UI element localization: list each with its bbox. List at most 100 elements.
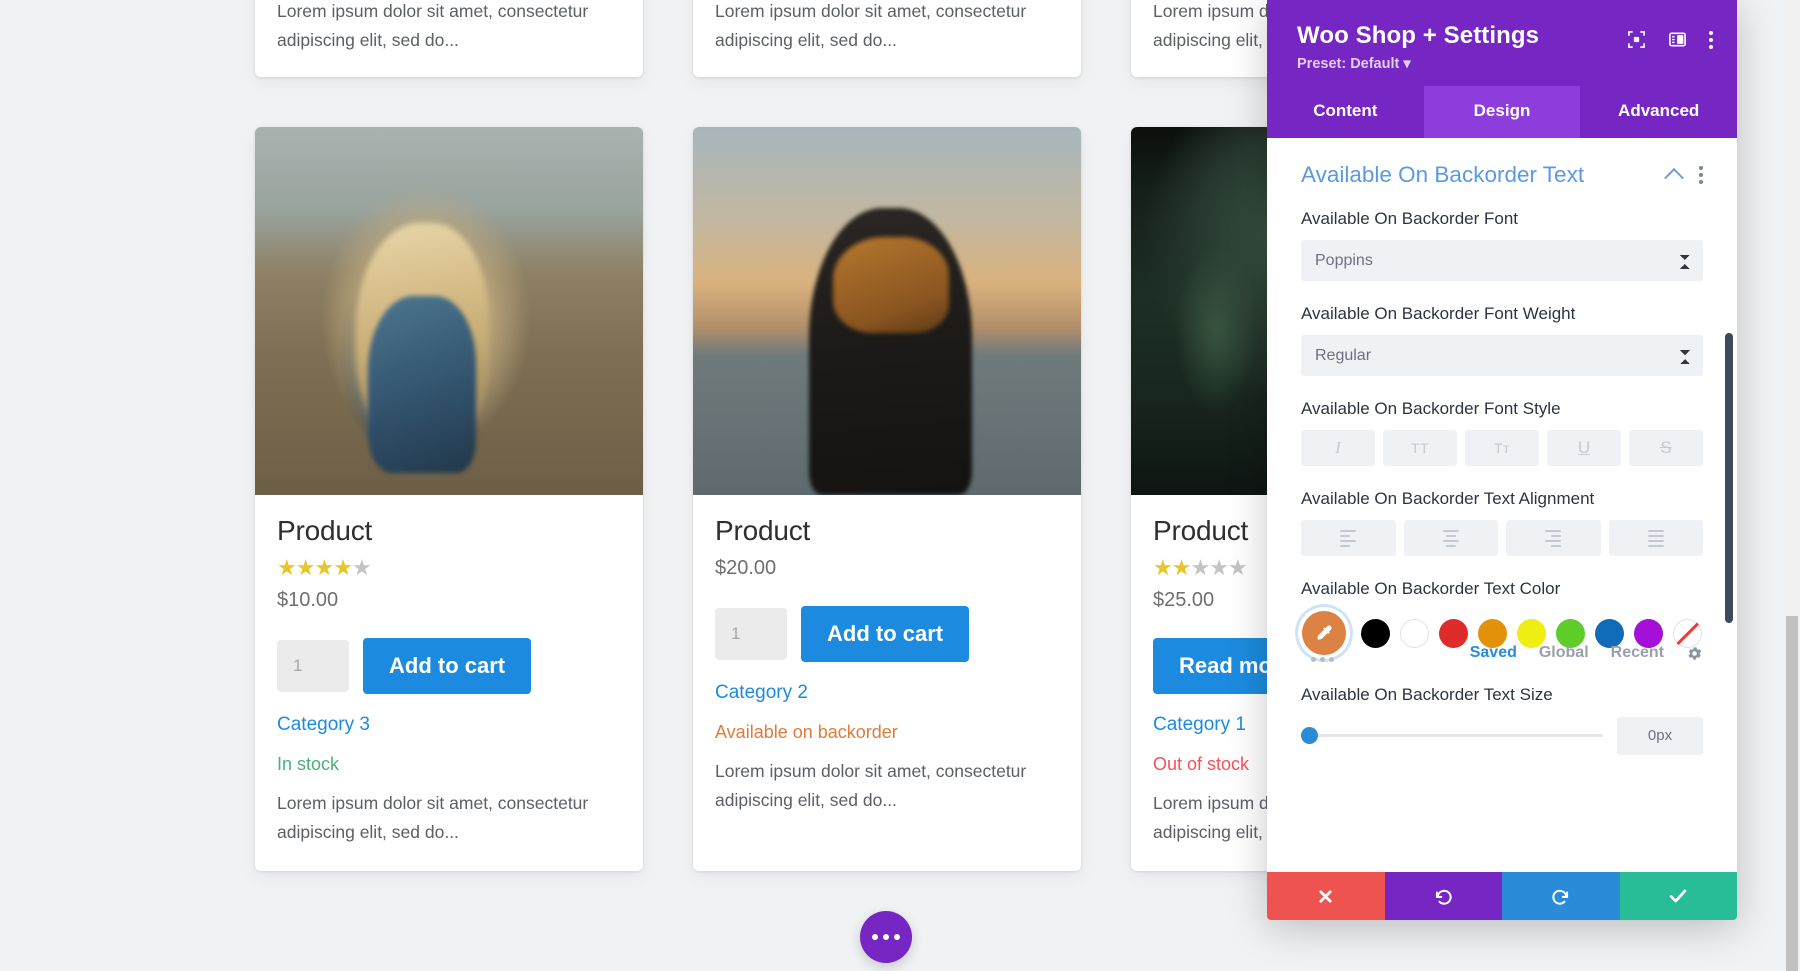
star-icon: ★ [351,555,372,580]
capitalize-button[interactable]: Tᴛ [1465,430,1539,467]
swatch-white[interactable] [1400,618,1429,648]
strikethrough-button[interactable]: S [1629,430,1703,467]
swatch-transparent[interactable] [1673,618,1702,648]
field-backorder-text-alignment: Available On Backorder Text Alignment [1301,488,1703,557]
chevron-up-icon[interactable] [1664,167,1684,188]
product-card[interactable]: Product ★★★★★ $10.00 Add to cart Categor… [255,127,643,872]
star-icon: ★ [1153,555,1173,580]
align-left-button[interactable] [1301,520,1396,557]
ellipsis-horizontal-icon [894,934,900,940]
selected-color-fill [1302,611,1346,656]
palette-tab-global[interactable]: Global [1539,644,1589,662]
palette-tab-recent[interactable]: Recent [1611,644,1664,662]
align-center-icon [1442,529,1459,547]
close-icon [1319,889,1332,903]
kebab-menu-icon[interactable] [1699,166,1703,184]
check-icon [1670,889,1687,903]
font-family-select[interactable]: Poppins [1301,240,1703,282]
product-card[interactable]: Lorem ipsum dolor sit amet, consectetur … [693,0,1081,77]
redo-button[interactable] [1502,872,1620,920]
panel-layout-icon[interactable] [1668,30,1687,49]
module-settings-modal: Woo Shop + Settings Preset: Default ▾ Co… [1267,0,1737,920]
align-left-icon [1340,529,1357,547]
tab-content[interactable]: Content [1267,86,1424,138]
preset-selector[interactable]: Preset: Default ▾ [1297,56,1707,72]
align-justify-icon [1647,529,1664,547]
text-size-control [1301,716,1703,755]
modal-header-actions [1627,30,1713,49]
text-size-input[interactable] [1617,716,1703,755]
product-category-link[interactable]: Category 2 [715,682,1059,704]
italic-button[interactable]: I [1301,430,1375,467]
product-excerpt: Lorem ipsum dolor sit amet, consectetur … [277,0,589,50]
field-backorder-font: Available On Backorder Font Poppins [1301,208,1703,282]
product-category-link[interactable]: Category 3 [277,714,621,736]
quantity-input[interactable] [277,640,349,692]
add-to-cart-button[interactable]: Add to cart [801,606,970,662]
star-icon: ★ [277,555,297,580]
save-button[interactable] [1619,872,1737,920]
product-rating: ★★★★★ [277,557,621,579]
text-size-slider[interactable] [1301,727,1603,745]
product-excerpt: Lorem ipsum dolor sit amet, consectetur … [277,793,589,843]
more-colors-button[interactable] [1311,656,1334,662]
eyedropper-icon [1317,625,1332,641]
field-backorder-text-size: Available On Backorder Text Size [1301,684,1703,755]
swatch-black[interactable] [1361,618,1390,648]
undo-icon [1435,889,1452,905]
page-scrollbar-thumb[interactable] [1786,616,1798,971]
field-label: Available On Backorder Text Alignment [1301,489,1595,509]
star-icon: ★ [1190,555,1210,580]
font-weight-select[interactable]: Regular [1301,335,1703,377]
align-right-icon [1545,529,1562,547]
align-justify-button[interactable] [1608,520,1703,557]
section-actions [1664,166,1703,188]
modal-scrollbar-thumb[interactable] [1725,333,1733,623]
star-icon: ★ [1209,555,1229,580]
product-title: Product [715,515,811,546]
swatch-red[interactable] [1439,618,1468,648]
add-to-cart-button[interactable]: Add to cart [363,638,532,694]
modal-header: Woo Shop + Settings Preset: Default ▾ [1267,0,1737,86]
field-backorder-text-color: Available On Backorder Text Color Saved … [1301,578,1703,662]
product-image[interactable] [693,127,1081,495]
palette-tabs: Saved Global Recent [1470,644,1703,662]
section-header[interactable]: Available On Backorder Text [1301,162,1703,188]
tab-advanced[interactable]: Advanced [1580,86,1737,138]
modal-tabs: Content Design Advanced [1267,86,1737,138]
align-right-button[interactable] [1506,520,1601,557]
field-backorder-font-weight: Available On Backorder Font Weight Regul… [1301,303,1703,377]
underline-button[interactable]: U [1547,430,1621,467]
quantity-input[interactable] [715,608,787,660]
product-price: $10.00 [277,589,339,611]
product-excerpt: Lorem ipsum dolor sit amet, consectetur … [715,761,1027,811]
product-card[interactable]: Product $20.00 Add to cart Category 2 Av… [693,127,1081,872]
align-center-button[interactable] [1403,520,1498,557]
modal-scroll-area: Available On Backorder Text Available On… [1267,138,1737,872]
undo-button[interactable] [1384,872,1502,920]
star-icon: ★ [1171,555,1192,580]
font-style-button-group: I TT Tᴛ U S [1301,430,1703,467]
cancel-button[interactable] [1267,872,1385,920]
field-label: Available On Backorder Font [1301,209,1519,228]
product-title: Product [277,515,373,546]
star-icon: ★ [333,555,353,580]
field-backorder-font-style: Available On Backorder Font Style I TT T… [1301,398,1703,467]
tab-design[interactable]: Design [1423,86,1581,138]
kebab-menu-icon[interactable] [1709,30,1713,49]
modal-scrollbar[interactable] [1725,138,1733,872]
screen: Lorem ipsum dolor sit amet, consectetur … [0,0,1800,971]
product-card[interactable]: Lorem ipsum dolor sit amet, consectetur … [255,0,643,77]
product-image[interactable] [255,127,643,495]
stock-status: In stock [277,754,340,774]
text-size-slider-knob[interactable] [1301,727,1318,745]
uppercase-button[interactable]: TT [1383,430,1457,467]
focus-target-icon[interactable] [1627,30,1646,49]
page-scrollbar[interactable] [1784,0,1800,971]
page-settings-fab[interactable] [860,911,912,963]
ellipsis-horizontal-icon [872,934,878,940]
ellipsis-horizontal-icon [883,934,889,940]
settings-body: Available On Backorder Text Available On… [1267,138,1737,755]
text-alignment-button-group [1301,520,1703,557]
palette-tab-saved[interactable]: Saved [1470,644,1517,662]
